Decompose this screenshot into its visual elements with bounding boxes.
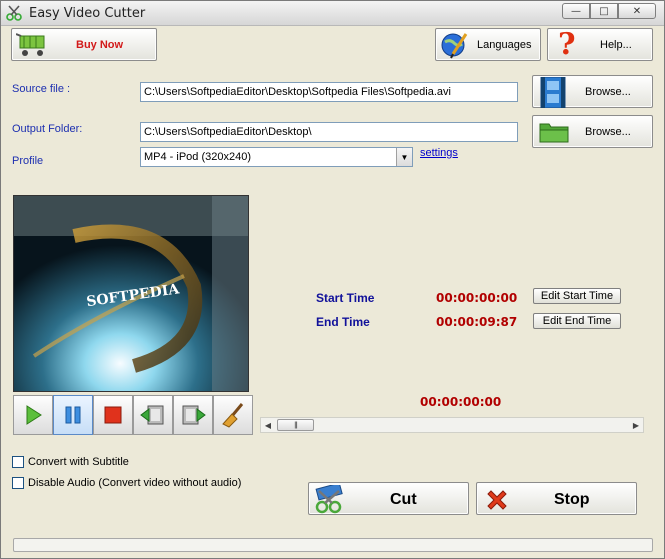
seek-scrollbar[interactable]: ◀ ||| ▶ bbox=[260, 417, 644, 433]
disable-audio-checkbox-box[interactable] bbox=[12, 477, 24, 489]
source-file-input[interactable]: C:\Users\SoftpediaEditor\Desktop\Softped… bbox=[140, 82, 518, 102]
scissors-app-icon bbox=[6, 5, 22, 21]
video-preview: SOFTPEDIA bbox=[13, 195, 249, 392]
browse-output-label: Browse... bbox=[585, 126, 631, 138]
browse-source-label: Browse... bbox=[585, 86, 631, 98]
x-icon bbox=[487, 490, 507, 510]
scroll-left-arrow-icon[interactable]: ◀ bbox=[261, 418, 275, 432]
disable-audio-checkbox[interactable]: Disable Audio (Convert video without aud… bbox=[12, 477, 241, 489]
film-back-arrow-icon bbox=[140, 405, 164, 425]
start-time-value: 00:00:00:00 bbox=[436, 291, 518, 305]
window-controls: — □ ✕ bbox=[562, 3, 656, 19]
set-end-button[interactable] bbox=[173, 395, 213, 435]
start-time-label: Start Time bbox=[316, 291, 375, 305]
stop-label: Stop bbox=[554, 491, 590, 508]
subtitle-checkbox-box[interactable] bbox=[12, 456, 24, 468]
scissors-film-icon bbox=[315, 485, 343, 514]
app-window: Easy Video Cutter — □ ✕ Buy Now Language… bbox=[0, 0, 665, 559]
help-button[interactable]: ? Help... bbox=[547, 27, 653, 62]
playback-controls bbox=[13, 395, 253, 437]
scroll-right-arrow-icon[interactable]: ▶ bbox=[629, 418, 643, 432]
maximize-button[interactable]: □ bbox=[590, 3, 618, 19]
settings-link[interactable]: settings bbox=[420, 147, 458, 159]
play-button[interactable] bbox=[13, 395, 53, 435]
play-icon bbox=[26, 405, 42, 425]
broom-icon bbox=[222, 403, 244, 428]
pause-button[interactable] bbox=[53, 395, 93, 435]
languages-label: Languages bbox=[477, 39, 532, 51]
globe-pen-icon bbox=[441, 33, 468, 59]
clear-button[interactable] bbox=[213, 395, 253, 435]
conversion-progress-bar bbox=[13, 538, 653, 552]
output-folder-label: Output Folder: bbox=[12, 123, 83, 135]
browse-source-button[interactable]: Browse... bbox=[532, 75, 653, 108]
pause-icon bbox=[65, 406, 81, 424]
cut-button[interactable]: Cut bbox=[308, 482, 469, 515]
edit-end-time-button[interactable]: Edit End Time bbox=[533, 313, 621, 329]
source-file-label: Source file : bbox=[12, 83, 71, 95]
video-frame-image: SOFTPEDIA bbox=[14, 196, 248, 391]
stop-playback-button[interactable] bbox=[93, 395, 133, 435]
film-strip-icon bbox=[540, 77, 566, 108]
minimize-button[interactable]: — bbox=[562, 3, 590, 19]
chevron-down-icon[interactable]: ▼ bbox=[396, 148, 412, 166]
stop-button[interactable]: Stop bbox=[476, 482, 637, 515]
film-forward-arrow-icon bbox=[182, 405, 206, 425]
cut-label: Cut bbox=[390, 491, 417, 508]
close-button[interactable]: ✕ bbox=[618, 3, 656, 19]
title-bar[interactable]: Easy Video Cutter — □ ✕ bbox=[1, 1, 664, 26]
subtitle-checkbox[interactable]: Convert with Subtitle bbox=[12, 456, 129, 468]
set-start-button[interactable] bbox=[133, 395, 173, 435]
current-position-value: 00:00:00:00 bbox=[420, 395, 502, 409]
end-time-value: 00:00:09:87 bbox=[436, 315, 518, 329]
buy-now-button[interactable]: Buy Now bbox=[11, 28, 157, 61]
window-title: Easy Video Cutter bbox=[29, 6, 146, 21]
help-label: Help... bbox=[600, 39, 632, 51]
folder-icon bbox=[539, 123, 569, 143]
shopping-cart-icon bbox=[16, 33, 45, 56]
languages-button[interactable]: Languages bbox=[435, 28, 541, 61]
seek-thumb[interactable]: ||| bbox=[277, 419, 314, 431]
question-mark-icon: ? bbox=[558, 27, 576, 62]
profile-select[interactable]: MP4 - iPod (320x240) ▼ bbox=[140, 147, 413, 167]
output-folder-input[interactable]: C:\Users\SoftpediaEditor\Desktop\ bbox=[140, 122, 518, 142]
browse-output-button[interactable]: Browse... bbox=[532, 115, 653, 148]
profile-select-value: MP4 - iPod (320x240) bbox=[144, 151, 251, 163]
stop-square-icon bbox=[104, 406, 122, 424]
subtitle-checkbox-label: Convert with Subtitle bbox=[28, 456, 129, 468]
profile-label: Profile bbox=[12, 155, 44, 167]
buy-now-label: Buy Now bbox=[76, 39, 124, 51]
end-time-label: End Time bbox=[316, 315, 370, 329]
disable-audio-checkbox-label: Disable Audio (Convert video without aud… bbox=[28, 477, 242, 489]
edit-start-time-button[interactable]: Edit Start Time bbox=[533, 288, 621, 304]
